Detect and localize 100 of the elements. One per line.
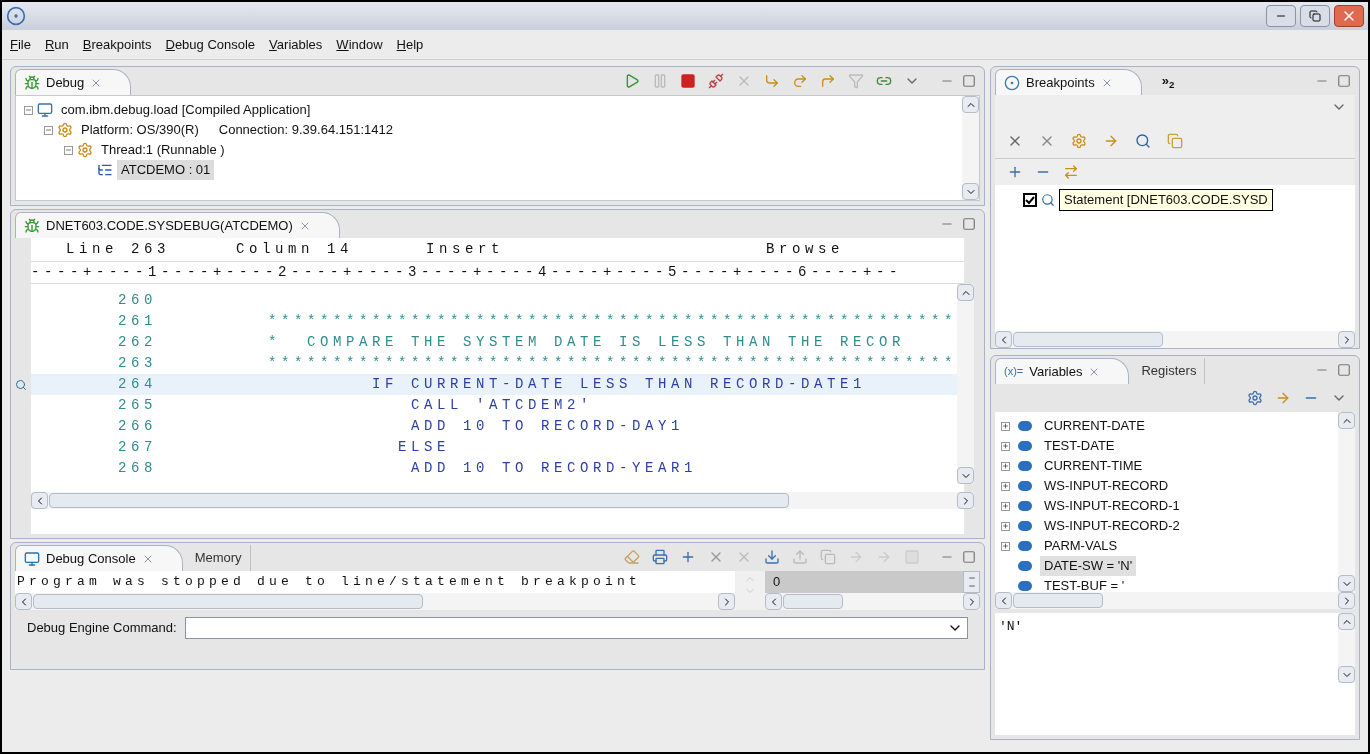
- breakpoint-icon[interactable]: [15, 378, 27, 391]
- line-number: 265: [118, 396, 158, 415]
- menu-item[interactable]: File: [10, 34, 31, 55]
- column-ruler: ----+----1----+----2----+----3----+----4----+----5----+----6----+--: [31, 262, 964, 284]
- step-over-icon[interactable]: [792, 73, 808, 89]
- horizontal-scrollbar[interactable]: [995, 331, 1355, 348]
- expand-icon[interactable]: [1001, 441, 1010, 451]
- menu-item[interactable]: Breakpoints: [82, 34, 152, 55]
- import-icon[interactable]: [764, 549, 780, 565]
- step-return-icon[interactable]: [820, 73, 836, 89]
- maximize-icon[interactable]: [962, 550, 976, 564]
- expand-icon[interactable]: [1001, 501, 1010, 511]
- status-text: Browse: [766, 240, 844, 259]
- view-tab[interactable]: Registers: [1133, 358, 1206, 384]
- horizontal-scrollbar[interactable]: [995, 592, 1355, 609]
- menu-item[interactable]: Run: [44, 34, 69, 55]
- command-field[interactable]: [184, 617, 968, 639]
- collapse-icon[interactable]: [64, 145, 73, 155]
- expand-icon[interactable]: [1001, 461, 1010, 471]
- value-field[interactable]: 0: [765, 571, 963, 593]
- vertical-scrollbar[interactable]: [957, 284, 975, 484]
- disconnect-icon[interactable]: [708, 73, 724, 89]
- lines-icon: [97, 162, 113, 178]
- variable-item[interactable]: CURRENT-DATE: [1040, 416, 1149, 436]
- horizontal-scrollbar[interactable]: [31, 492, 975, 509]
- code-text: IF CURRENT-DATE LESS THAN RECORD-DATE1: [371, 375, 867, 394]
- menu-item[interactable]: Variables: [269, 34, 323, 55]
- checkbox[interactable]: [1023, 193, 1037, 207]
- variable-item[interactable]: DATE-SW = 'N': [1040, 556, 1137, 576]
- spinner[interactable]: [963, 571, 980, 593]
- view-tab[interactable]: Breakpoints: [995, 69, 1142, 95]
- expand-icon[interactable]: [1001, 481, 1010, 491]
- line-number: 262: [118, 333, 158, 352]
- breakpoints-icon: [1004, 74, 1020, 91]
- bug-icon: [24, 217, 40, 234]
- window-icon: [37, 102, 53, 118]
- eraser-icon[interactable]: [624, 549, 640, 565]
- variable-item[interactable]: CURRENT-TIME: [1040, 456, 1147, 476]
- variable-item[interactable]: PARM-VALS: [1040, 536, 1122, 556]
- menu-item[interactable]: Window: [336, 34, 383, 55]
- expand-all-icon[interactable]: [1007, 164, 1023, 180]
- close-button[interactable]: [1334, 5, 1364, 27]
- variable-item[interactable]: WS-INPUT-RECORD: [1040, 476, 1173, 496]
- filter-icon[interactable]: [848, 73, 864, 89]
- variable-item[interactable]: TEST-DATE: [1040, 436, 1119, 456]
- status-text: Line 263: [65, 240, 171, 259]
- more-views-label[interactable]: »$_{2}$: [1161, 71, 1175, 91]
- tree-item-detail: Connection: 9.39.64.151:1412: [218, 121, 393, 140]
- copy-icon[interactable]: [820, 549, 836, 565]
- expand-icon[interactable]: [1001, 421, 1010, 431]
- restore-button[interactable]: [1300, 5, 1330, 27]
- vertical-scrollbar[interactable]: [1338, 412, 1355, 592]
- pause-icon[interactable]: [652, 73, 668, 89]
- tree-item[interactable]: Thread:1 (Runnable ): [97, 140, 229, 160]
- tree-item[interactable]: com.ibm.debug.load [Compiled Application]: [57, 100, 315, 120]
- command-label: Debug Engine Command:: [27, 619, 177, 638]
- line-number: 267: [118, 438, 158, 457]
- minimize-button[interactable]: [1266, 5, 1296, 27]
- copy-icon[interactable]: [1167, 132, 1183, 149]
- view-tab[interactable]: DNET603.CODE.SYSDEBUG(ATCDEMO): [15, 212, 340, 238]
- check-icon: [1025, 195, 1035, 205]
- collapse-icon[interactable]: [24, 105, 33, 115]
- expand-icon[interactable]: [1001, 541, 1010, 551]
- menu-item[interactable]: Debug Console: [165, 34, 256, 55]
- tree-item[interactable]: ATCDEMO : 01: [117, 160, 215, 180]
- maximize-icon[interactable]: [1337, 74, 1351, 88]
- line-number: 266: [118, 417, 158, 436]
- view-tab[interactable]: (x)= Variables: [995, 358, 1130, 384]
- maximize-icon[interactable]: [962, 74, 976, 88]
- console-icon: [24, 550, 40, 567]
- view-tab[interactable]: Debug Console: [15, 545, 183, 571]
- resume-icon[interactable]: [624, 73, 640, 89]
- variable-item[interactable]: WS-INPUT-RECORD-1: [1040, 496, 1184, 516]
- view-tab[interactable]: Debug: [15, 69, 132, 95]
- menu-item[interactable]: Help: [396, 34, 424, 55]
- step-into-icon[interactable]: [764, 73, 780, 89]
- maximize-icon[interactable]: [1337, 363, 1351, 377]
- restore-icon: [1309, 10, 1321, 22]
- maximize-icon[interactable]: [962, 217, 976, 231]
- line-number: 261: [118, 312, 158, 331]
- vertical-scrollbar[interactable]: [1338, 613, 1355, 683]
- expand-icon[interactable]: [1001, 521, 1010, 531]
- gears-icon[interactable]: [1071, 132, 1087, 149]
- variable-icon: [1018, 581, 1032, 591]
- variable-item[interactable]: WS-INPUT-RECORD-2: [1040, 516, 1184, 536]
- status-text: Column 14: [236, 240, 354, 259]
- console-output: Program was stopped due to line/statement breakpoint: [16, 573, 643, 592]
- stop-icon[interactable]: [680, 73, 696, 89]
- breakpoint-label[interactable]: Statement [DNET603.CODE.SYSD: [1059, 189, 1273, 211]
- tree-item[interactable]: Platform: OS/390(R): [77, 120, 203, 140]
- variable-item[interactable]: TEST-BUF = ': [1040, 576, 1129, 592]
- collapse-icon[interactable]: [44, 125, 53, 135]
- variable-detail: 'N': [998, 618, 1024, 636]
- horizontal-scrollbar[interactable]: [765, 593, 980, 610]
- horizontal-scrollbar[interactable]: [15, 593, 735, 610]
- line-number: 264: [118, 375, 158, 394]
- export-icon[interactable]: [792, 549, 808, 565]
- line-number: 268: [118, 459, 158, 478]
- vertical-scrollbar[interactable]: [962, 96, 979, 200]
- printer-icon[interactable]: [652, 549, 668, 565]
